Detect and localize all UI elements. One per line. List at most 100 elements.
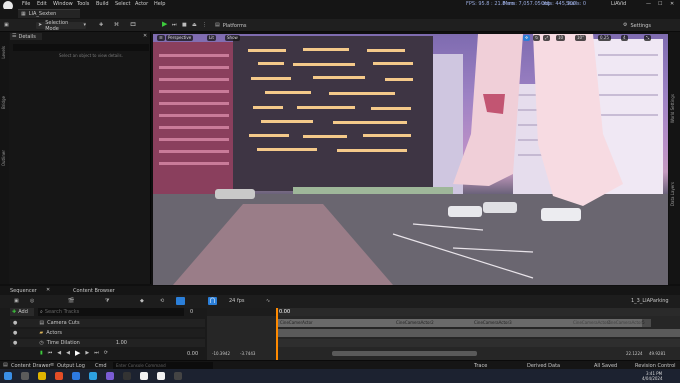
track-search-input[interactable]: ⌕ Search Tracks xyxy=(38,308,184,316)
timeline-panel[interactable]: 0.00 CineCamerActor CineCameraActor2 Cin… xyxy=(207,308,680,360)
tab-content-browser[interactable]: Content Browser xyxy=(73,288,115,294)
curve-editor-icon[interactable]: ∿ xyxy=(266,298,270,305)
sequencer-play-icon[interactable]: ▶ xyxy=(75,350,80,357)
timeline-scrollbar[interactable] xyxy=(332,351,477,356)
clock-date: 4/04/2024 xyxy=(642,376,663,381)
step-back-icon[interactable]: ◀ xyxy=(57,350,61,357)
search-taskbar-icon[interactable] xyxy=(21,372,29,380)
menu-build[interactable]: Build xyxy=(96,1,109,7)
terminal-icon[interactable] xyxy=(123,372,131,380)
side-tab-outliner[interactable]: Outliner xyxy=(1,150,6,166)
scale-snap-value[interactable]: 0.25 xyxy=(598,35,611,41)
edge-icon[interactable] xyxy=(72,372,80,380)
unreal-taskbar-icon[interactable] xyxy=(140,372,148,380)
tab-sequencer[interactable]: Sequencer xyxy=(10,288,37,294)
firefox-icon[interactable] xyxy=(55,372,63,380)
sequencer-save-icon[interactable]: ▣ xyxy=(14,298,19,305)
details-icon: ☰ xyxy=(12,33,17,39)
stop-icon[interactable]: ■ xyxy=(182,22,187,29)
platforms-button[interactable]: ▤ Platforms xyxy=(215,22,253,29)
loop-icon[interactable]: ⟳ xyxy=(104,350,108,357)
side-tab-data-layers[interactable]: Data Layers xyxy=(670,182,675,206)
grid-snap-value[interactable]: 10 xyxy=(556,35,566,41)
track-row[interactable]: ● ▤ Camera Cuts xyxy=(10,319,205,327)
scale-tool-icon[interactable]: ⤢ xyxy=(543,35,551,41)
side-tab-world-settings[interactable]: World Settings xyxy=(670,94,675,123)
selection-mode-button[interactable]: ➤ Selection Mode ▾ xyxy=(36,20,86,32)
level-tab[interactable]: ▦ LIA_Sexten xyxy=(18,9,80,18)
app-icon[interactable] xyxy=(106,372,114,380)
render-icon[interactable]: 🎬 xyxy=(68,298,74,305)
record-icon[interactable]: ▮ xyxy=(40,350,43,357)
app-icon-2[interactable] xyxy=(174,372,182,380)
world-icon[interactable]: ◎ xyxy=(30,298,34,305)
menu-window[interactable]: Window xyxy=(53,1,73,7)
filter-icon[interactable]: ⧩ xyxy=(105,298,109,305)
jump-start-icon[interactable]: ⏮ xyxy=(48,350,53,357)
sequence-breadcrumb[interactable]: 1_3_LIAParking xyxy=(631,298,669,304)
track-row[interactable]: ● ▰ Actors xyxy=(10,329,205,337)
explorer-icon[interactable] xyxy=(38,372,46,380)
time-dilation-value[interactable]: 1.00 xyxy=(116,340,127,346)
magnet-icon[interactable]: ⋂ xyxy=(208,297,217,305)
level-viewport[interactable] xyxy=(153,34,668,285)
eject-icon[interactable]: ⏏ xyxy=(192,22,197,29)
maximize-viewport-icon[interactable]: ⤡ xyxy=(644,35,652,41)
blueprint-icon[interactable]: ⌘ xyxy=(114,22,119,29)
details-search-area xyxy=(13,44,149,51)
transform-icon[interactable]: ⟲ xyxy=(160,298,164,305)
menu-edit[interactable]: Edit xyxy=(37,1,47,7)
car-3 xyxy=(483,202,517,213)
lit-button[interactable]: Lit xyxy=(207,35,216,41)
details-panel xyxy=(9,32,151,284)
range-start-2: -3.7443 xyxy=(240,351,256,356)
play-icon[interactable]: ▶ xyxy=(162,21,167,28)
menu-help[interactable]: Help xyxy=(154,1,165,7)
car-4 xyxy=(541,208,581,221)
track-list-panel: ✚ Add ⌕ Search Tracks 0 ● ▤ Camera Cuts … xyxy=(0,308,207,360)
show-button[interactable]: Show xyxy=(225,35,240,41)
plus-icon: ✚ xyxy=(12,309,17,315)
menu-file[interactable]: File xyxy=(22,1,30,7)
rotate-tool-icon[interactable]: ↻ xyxy=(533,35,541,41)
key-icon[interactable]: ◆ xyxy=(140,298,144,305)
cinematics-icon[interactable]: 🎞 xyxy=(130,22,136,29)
step-forward-icon[interactable]: ▶ xyxy=(85,350,89,357)
camera-cut-clip[interactable]: CineCameraActor4 CineCameraActor5 xyxy=(571,319,651,327)
details-tab[interactable]: ☰ Details xyxy=(10,33,42,40)
viewport-menu-button[interactable]: ☰ xyxy=(157,35,165,41)
angle-snap-value[interactable]: 10° xyxy=(575,35,587,41)
frame-start: 0 xyxy=(190,309,194,315)
menu-tools[interactable]: Tools xyxy=(77,1,89,7)
play-reverse-icon[interactable]: ◀ xyxy=(66,350,70,357)
snap-toggle-icon[interactable] xyxy=(176,297,185,305)
close-panel-icon[interactable]: ✕ xyxy=(143,33,147,40)
building-left xyxy=(153,42,239,197)
fps-selector[interactable]: 24 fps xyxy=(229,298,245,304)
track-row[interactable]: ● ◷ Time Dilation 1.00 xyxy=(10,339,205,347)
settings-button[interactable]: ⚙ Settings xyxy=(623,22,657,29)
save-icon[interactable]: ▣ xyxy=(4,22,9,29)
side-tab-bridge[interactable]: Bridge xyxy=(1,96,6,109)
clip-label: CineCamerActor xyxy=(280,320,313,325)
maximize-icon[interactable]: ☐ xyxy=(658,1,662,7)
menu-select[interactable]: Select xyxy=(115,1,130,7)
console-input[interactable]: Enter Console Command xyxy=(113,362,213,369)
minimize-icon[interactable]: — xyxy=(646,1,651,7)
side-tab-levels[interactable]: Levels xyxy=(1,46,6,59)
skip-icon[interactable]: ⏭ xyxy=(172,22,177,29)
menu-actor[interactable]: Actor xyxy=(135,1,148,7)
close-icon[interactable]: ✕ xyxy=(670,1,674,7)
unreal-taskbar-icon-2[interactable] xyxy=(157,372,165,380)
camera-speed-value[interactable]: 4 xyxy=(621,35,628,41)
jump-end-icon[interactable]: ⏭ xyxy=(94,350,99,357)
level-tab-strip xyxy=(0,9,680,19)
add-actor-icon[interactable]: ✚ xyxy=(99,22,103,29)
translate-tool-icon[interactable]: ✥ xyxy=(523,35,531,41)
close-sequencer-icon[interactable]: ✕ xyxy=(46,287,50,294)
more-options-icon[interactable]: ⋮ xyxy=(202,22,207,29)
start-icon[interactable] xyxy=(4,372,12,380)
chat-icon[interactable] xyxy=(89,372,97,380)
add-track-button[interactable]: ✚ Add xyxy=(10,308,34,316)
perspective-button[interactable]: Perspective xyxy=(166,35,194,41)
